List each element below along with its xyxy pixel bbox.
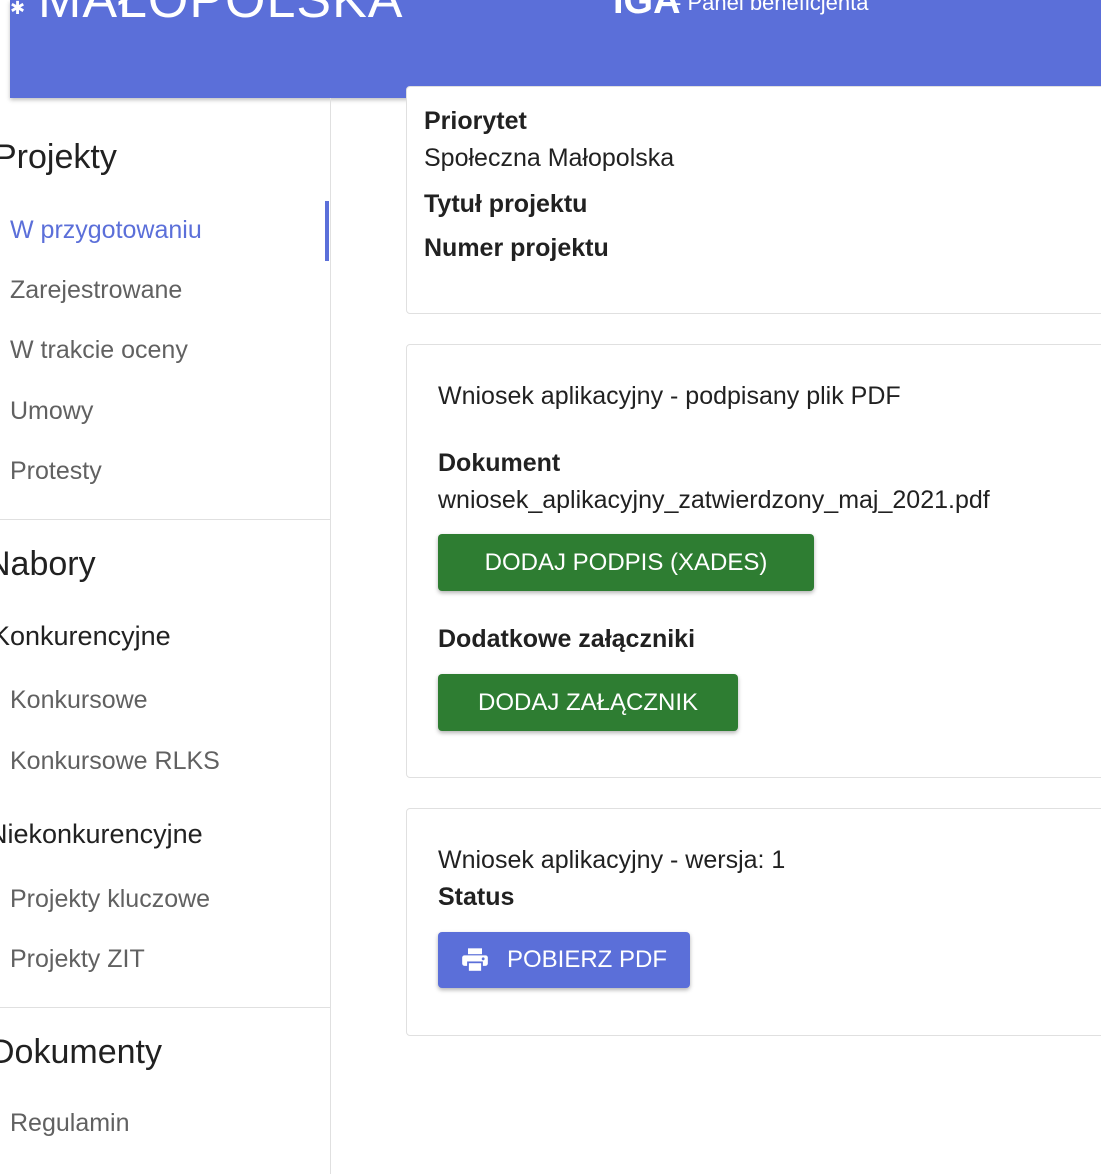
section-title-nabory: Nabory xyxy=(0,545,96,583)
subgroup-title-niekonkurencyjne: Niekonkurencyjne xyxy=(0,819,203,849)
app-subtitle: - Panel beneficjenta xyxy=(674,0,869,15)
sidebar-item-protesty[interactable]: Protesty xyxy=(10,457,102,486)
status-label: Status xyxy=(438,883,515,911)
app-name: IGA xyxy=(613,0,681,22)
section-title-dokumenty: Dokumenty xyxy=(0,1033,162,1071)
add-signature-button-label: DODAJ PODPIS (XADES) xyxy=(484,548,768,576)
download-pdf-button-label: POBIERZ PDF xyxy=(506,946,668,973)
add-signature-button[interactable]: DODAJ PODPIS (XADES) xyxy=(438,534,814,591)
sidebar-item-regulamin[interactable]: Regulamin xyxy=(10,1109,130,1138)
attachments-label: Dodatkowe załączniki xyxy=(438,625,696,653)
sidebar-item-projekty-kluczowe[interactable]: Projekty kluczowe xyxy=(10,885,210,914)
sidebar: Projekty W przygotowaniu Zarejestrowane … xyxy=(0,98,331,1174)
project-title-label: Tytuł projektu xyxy=(424,190,588,218)
active-indicator xyxy=(325,201,329,261)
sidebar-item-w-przygotowaniu[interactable]: W przygotowaniu xyxy=(10,216,202,245)
version-heading: Wniosek aplikacyjny - wersja: 1 xyxy=(438,846,786,874)
project-info-card: Priorytet Społeczna Małopolska Tytuł pro… xyxy=(406,86,1101,314)
logo[interactable]: MAŁOPOLSKA xyxy=(38,0,403,30)
sidebar-item-projekty-zit[interactable]: Projekty ZIT xyxy=(10,945,145,974)
sidebar-item-konkursowe[interactable]: Konkursowe xyxy=(10,686,148,715)
document-filename: wniosek_aplikacyjny_zatwierdzony_maj_202… xyxy=(438,486,990,514)
signed-pdf-heading: Wniosek aplikacyjny - podpisany plik PDF xyxy=(438,382,901,410)
printer-icon xyxy=(462,948,488,973)
sidebar-item-w-trakcie-oceny[interactable]: W trakcie oceny xyxy=(10,336,188,365)
add-attachment-button-label: DODAJ ZAŁĄCZNIK xyxy=(477,688,699,716)
sidebar-item-zarejestrowane[interactable]: Zarejestrowane xyxy=(10,276,182,305)
version-card: Wniosek aplikacyjny - wersja: 1 Status P… xyxy=(406,808,1101,1036)
add-attachment-button[interactable]: DODAJ ZAŁĄCZNIK xyxy=(438,674,738,731)
priority-value: Społeczna Małopolska xyxy=(424,144,675,172)
download-pdf-button[interactable]: POBIERZ PDF xyxy=(438,932,690,988)
sidebar-divider xyxy=(0,519,330,520)
signed-pdf-card: Wniosek aplikacyjny - podpisany plik PDF… xyxy=(406,344,1101,778)
logo-mark-icon: ✱ xyxy=(10,0,26,18)
sidebar-item-umowy[interactable]: Umowy xyxy=(10,397,93,426)
priority-label: Priorytet xyxy=(424,107,527,135)
document-label: Dokument xyxy=(438,449,561,477)
subgroup-title-konkurencyjne: Konkurencyjne xyxy=(0,621,171,651)
top-bar: ✱ MAŁOPOLSKA IGA - Panel beneficjenta xyxy=(10,0,1101,98)
project-number-label: Numer projektu xyxy=(424,234,609,262)
section-title-projects: Projekty xyxy=(0,138,117,176)
sidebar-divider xyxy=(0,1007,330,1008)
sidebar-item-konkursowe-rlks[interactable]: Konkursowe RLKS xyxy=(10,747,220,776)
